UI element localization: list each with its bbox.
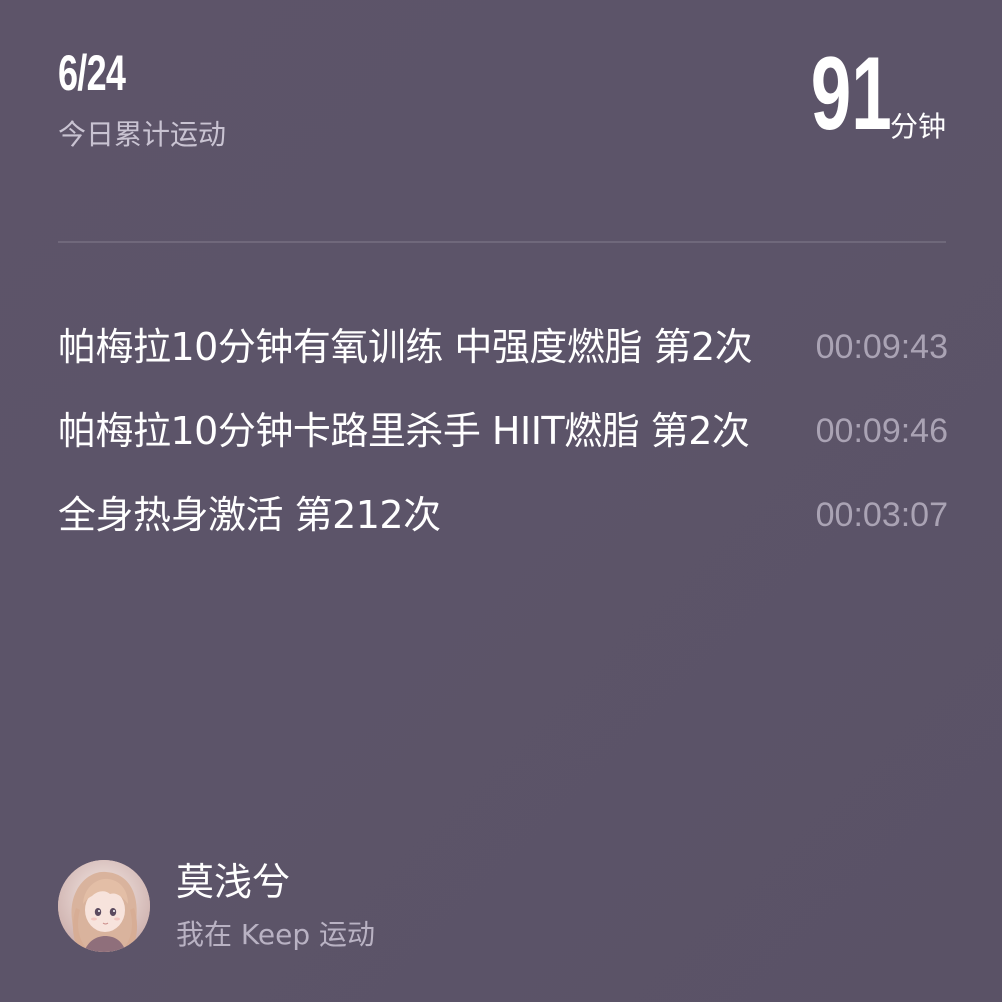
profile-tagline: 我在 Keep 运动 — [176, 917, 375, 951]
share-card: 6/24 今日累计运动 91 分钟 帕梅拉10分钟有氧训练 中强度燃脂 第2次 … — [0, 0, 1002, 1002]
profile-text: 莫浅兮 我在 Keep 运动 — [176, 860, 375, 951]
total-minutes-unit: 分钟 — [889, 110, 946, 144]
workout-title: 帕梅拉10分钟有氧训练 中强度燃脂 第2次 — [58, 325, 753, 370]
workout-duration: 00:03:07 — [815, 496, 948, 535]
workout-duration: 00:09:43 — [815, 328, 948, 367]
user-name: 莫浅兮 — [176, 860, 291, 905]
workout-row[interactable]: 帕梅拉10分钟卡路里杀手 HIIT燃脂 第2次 00:09:46 — [58, 390, 948, 474]
workout-row[interactable]: 全身热身激活 第212次 00:03:07 — [58, 474, 948, 558]
workout-title: 全身热身激活 第212次 — [58, 493, 441, 538]
workout-duration: 00:09:46 — [815, 412, 948, 451]
workout-title: 帕梅拉10分钟卡路里杀手 HIIT燃脂 第2次 — [58, 409, 750, 454]
total-minutes-value: 91 — [811, 36, 892, 152]
avatar-anime-girl-icon — [58, 860, 150, 952]
workout-row[interactable]: 帕梅拉10分钟有氧训练 中强度燃脂 第2次 00:09:43 — [58, 306, 948, 390]
daily-total-caption: 今日累计运动 — [58, 118, 227, 151]
avatar[interactable] — [58, 860, 150, 952]
workout-list: 帕梅拉10分钟有氧训练 中强度燃脂 第2次 00:09:43 帕梅拉10分钟卡路… — [58, 306, 948, 558]
header-divider — [58, 241, 946, 243]
date-label: 6/24 — [58, 45, 126, 101]
user-profile[interactable]: 莫浅兮 我在 Keep 运动 — [58, 860, 375, 952]
daily-total: 91 分钟 — [776, 42, 946, 146]
